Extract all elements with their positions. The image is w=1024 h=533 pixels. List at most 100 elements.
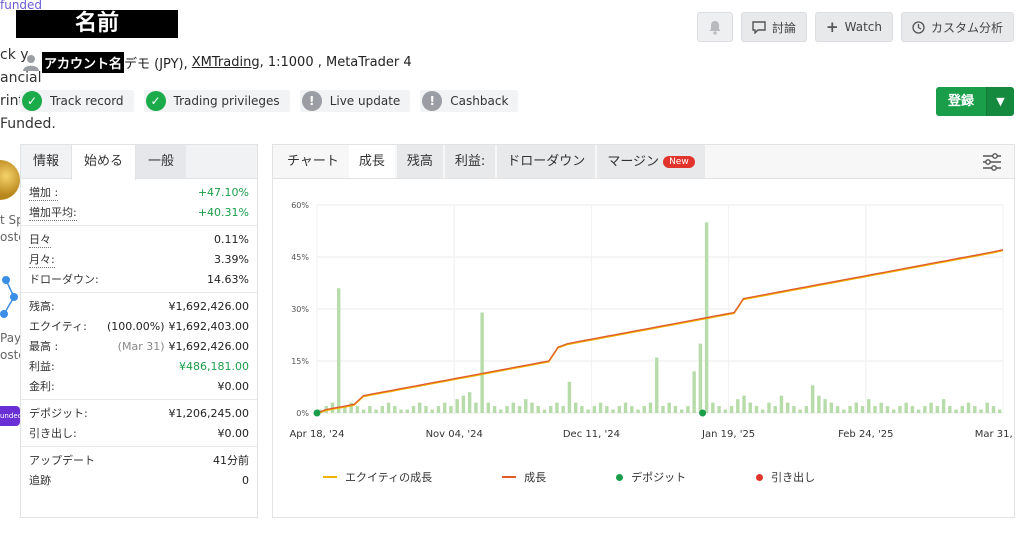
tab-margin[interactable]: マージン New <box>597 145 705 178</box>
custom-analysis-button[interactable]: カスタム分析 <box>900 12 1014 42</box>
volume-bar <box>829 402 834 413</box>
volume-bar <box>430 409 434 413</box>
volume-bar <box>605 406 609 413</box>
volume-bar <box>854 402 859 413</box>
volume-bar <box>505 406 509 413</box>
y-tick-label: 60% <box>291 201 309 210</box>
account-type: デモ (JPY), <box>124 56 188 72</box>
volume-bar <box>991 406 996 413</box>
filter-settings-icon[interactable] <box>982 153 1002 171</box>
legend-swatch <box>616 473 624 481</box>
volume-bar <box>929 402 933 413</box>
volume-bar <box>617 406 622 413</box>
volume-bar <box>767 402 771 413</box>
stats-key[interactable]: 増加平均: <box>29 204 77 221</box>
volume-bar <box>636 409 640 413</box>
stats-value-text: ¥0.00 <box>217 379 250 393</box>
page-root: funded ck y ancial rint Funded. t Sp ost… <box>0 0 1024 533</box>
stats-group: デポジット: ¥1,206,245.00 引き出し: ¥0.00 <box>21 400 257 447</box>
volume-bar <box>817 395 821 413</box>
volume-bar <box>355 406 360 413</box>
legend-withdrawal[interactable]: 引き出し <box>756 469 815 485</box>
tab-info[interactable]: 情報 <box>21 145 71 178</box>
badge-track-record[interactable]: ✓ Track record <box>20 90 134 112</box>
tab-start[interactable]: 始める <box>71 145 137 180</box>
badge-trading-privileges[interactable]: ✓ Trading privileges <box>143 90 290 112</box>
volume-bar <box>891 409 896 413</box>
legend-equity-growth[interactable]: エクイティの成長 <box>323 469 432 485</box>
discuss-label: 討論 <box>772 20 797 35</box>
volume-bar <box>436 406 441 413</box>
volume-bar <box>736 399 740 413</box>
tab-growth[interactable]: 成長 <box>348 145 395 178</box>
stats-key: 引き出し: <box>29 427 77 440</box>
tab-balance[interactable]: 残高 <box>396 145 443 178</box>
legend-swatch <box>323 476 337 478</box>
volume-bar <box>486 402 491 413</box>
volume-bar <box>954 409 958 413</box>
edge-lower-3: Pay <box>0 331 22 345</box>
volume-bar <box>873 406 877 413</box>
volume-bar <box>642 406 646 413</box>
stats-value-text: 0 <box>242 473 249 487</box>
volume-bar <box>467 392 472 413</box>
volume-bar <box>998 409 1002 413</box>
stats-key: 最高 : <box>29 340 59 353</box>
stats-tabs: 情報 始める 一般 <box>21 145 257 180</box>
stats-key[interactable]: 月々: <box>29 251 55 268</box>
chart-tabs: チャート 成長 残高 利益: ドローダウン マージン New <box>273 145 1014 179</box>
x-tick-label: Mar 31, '25 <box>975 429 1014 440</box>
stats-row: 追跡 0 <box>21 470 257 490</box>
discuss-button[interactable]: 討論 <box>741 12 808 42</box>
badge-live-update[interactable]: ! Live update <box>299 90 411 112</box>
stats-value: ¥0.00 <box>218 427 250 440</box>
stats-value: (100.00%) ¥1,692,403.00 <box>107 320 249 333</box>
stats-value-text: ¥486,181.00 <box>179 359 249 373</box>
stats-row: デポジット: ¥1,206,245.00 <box>21 403 257 423</box>
tab-profit[interactable]: 利益: <box>444 145 496 178</box>
badge-cashback[interactable]: ! Cashback <box>420 90 519 112</box>
volume-bar <box>611 409 615 413</box>
badge-label: Cashback <box>450 94 509 108</box>
x-tick-label: Feb 24, '25 <box>838 429 893 440</box>
stats-row: 日々 0.11% <box>21 229 257 249</box>
volume-bar <box>979 409 983 413</box>
notification-button[interactable] <box>697 12 734 42</box>
stats-value: (Mar 31) ¥1,692,426.00 <box>118 340 249 353</box>
growth-chart: 0% 15% 30% 45% 60% Apr 18, '24 Nov 04, '24 Dec … <box>289 201 1014 440</box>
stats-row: 増加 : +47.10% <box>21 182 257 202</box>
broker-link[interactable]: XMTrading <box>192 55 260 70</box>
legend-growth[interactable]: 成長 <box>502 469 546 485</box>
watch-button[interactable]: + Watch <box>815 12 893 42</box>
chart-legend: エクイティの成長 成長 デポジット 引き出し <box>323 469 815 485</box>
tab-drawdown[interactable]: ドローダウン <box>497 145 596 178</box>
stats-group: 増加 : +47.10% 増加平均: +40.31% <box>21 179 257 226</box>
register-button[interactable]: 登録 <box>935 87 986 116</box>
stats-row: アップデート 41分前 <box>21 450 257 470</box>
volume-bar <box>399 409 403 413</box>
x-tick-label: Apr 18, '24 <box>289 429 344 440</box>
stats-value: ¥1,692,426.00 <box>169 300 249 313</box>
volume-bar <box>723 409 728 413</box>
tab-general[interactable]: 一般 <box>136 145 187 178</box>
volume-bar <box>449 406 453 413</box>
stats-group: アップデート 41分前 追跡 0 <box>21 447 257 493</box>
volume-bar <box>573 402 578 413</box>
stats-value: 41分前 <box>213 452 249 468</box>
edge-funded-button[interactable]: unded <box>0 406 20 426</box>
volume-bar <box>879 402 883 413</box>
tab-chart[interactable]: チャート <box>277 145 349 178</box>
register-dropdown-button[interactable]: ▼ <box>986 87 1014 116</box>
volume-bar <box>442 402 447 413</box>
stats-value-text: 3.39% <box>214 252 249 266</box>
stats-value: ¥486,181.00 <box>179 360 249 373</box>
volume-bar <box>867 399 871 413</box>
y-tick-label: 0% <box>296 409 309 418</box>
stats-value: +47.10% <box>198 186 249 199</box>
legend-deposit[interactable]: デポジット <box>616 469 686 485</box>
stats-key[interactable]: 日々 <box>29 231 51 248</box>
stats-key[interactable]: 増加 : <box>29 184 59 201</box>
stats-row: エクイティ: (100.00%) ¥1,692,403.00 <box>21 316 257 336</box>
stats-value-note: (100.00%) <box>106 319 165 333</box>
stats-value: ¥1,206,245.00 <box>169 407 249 420</box>
